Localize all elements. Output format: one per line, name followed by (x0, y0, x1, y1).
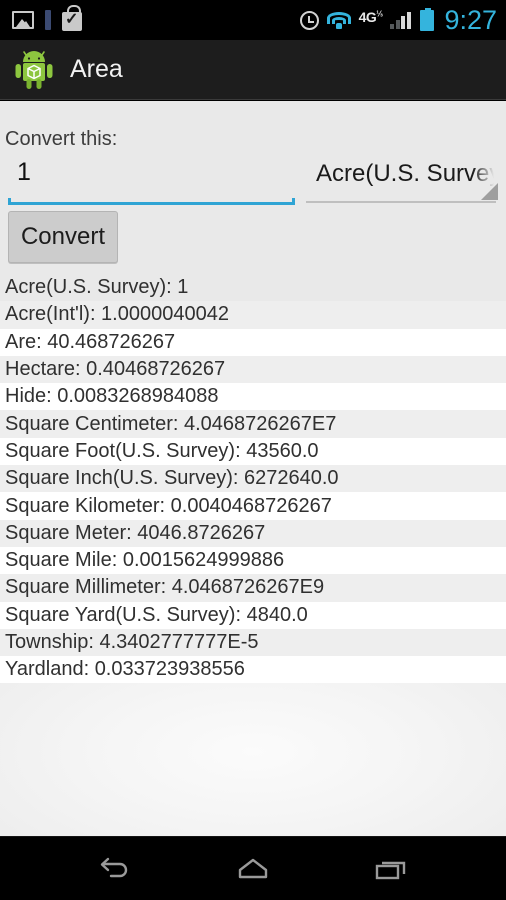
result-row-text: Square Kilometer: 0.0040468726267 (5, 494, 332, 517)
result-row-text: Square Centimeter: 4.0468726267E7 (5, 412, 337, 435)
blue-bar-icon (45, 10, 51, 30)
table-row: Square Foot(U.S. Survey): 43560.0 (0, 437, 506, 466)
convert-this-label: Convert this: (5, 128, 118, 150)
table-row: Are: 40.468726267 (0, 328, 506, 356)
table-row: Yardland: 0.033723938556 (0, 656, 506, 684)
result-row-text: Hectare: 0.40468726267 (5, 358, 226, 381)
android-cube-app-icon (14, 49, 54, 91)
result-row-text: Yardland: 0.033723938556 (5, 658, 245, 681)
result-row-text: Square Yard(U.S. Survey): 4840.0 (5, 603, 308, 626)
amount-input-value: 1 (17, 158, 32, 186)
main-content: Convert this: 1 Acre(U.S. Survey) Conver… (0, 101, 506, 836)
table-row: Acre(U.S. Survey): 1 (0, 274, 506, 302)
result-row-text: Square Meter: 4046.8726267 (5, 521, 266, 544)
status-bar: 4G⅓ 9:27 (0, 0, 506, 40)
screenshot-icon (12, 11, 34, 29)
chevron-down-icon (481, 183, 498, 200)
unit-spinner-underline (306, 201, 496, 203)
network-sup: ⅓ (376, 9, 383, 19)
table-row: Square Centimeter: 4.0468726267E7 (0, 410, 506, 438)
result-row-text: Acre(Int'l): 1.0000040042 (5, 303, 229, 326)
battery-icon (420, 7, 435, 31)
table-row: Square Inch(U.S. Survey): 6272640.0 (0, 465, 506, 493)
table-row: Square Kilometer: 0.0040468726267 (0, 492, 506, 520)
result-row-text: Square Foot(U.S. Survey): 43560.0 (5, 439, 319, 462)
result-row-text: Square Inch(U.S. Survey): 6272640.0 (5, 467, 339, 490)
table-row: Acre(Int'l): 1.0000040042 (0, 301, 506, 329)
table-row: Square Millimeter: 4.0468726267E9 (0, 574, 506, 602)
result-row-text: Square Millimeter: 4.0468726267E9 (5, 576, 325, 599)
table-row: Square Meter: 4046.8726267 (0, 519, 506, 547)
status-bar-system-icons: 4G⅓ 9:27 (299, 0, 497, 40)
action-bar: Area (0, 40, 506, 100)
result-row-text: Township: 4.3402777777E-5 (5, 631, 259, 653)
table-row: Square Mile: 0.0015624999886 (0, 546, 506, 575)
back-button[interactable] (83, 847, 147, 891)
4g-icon: 4G⅓ (359, 10, 383, 24)
table-row: Hide: 0.0083268984088 (0, 383, 506, 411)
phone-screen: 4G⅓ 9:27 (0, 0, 506, 900)
home-button[interactable] (221, 847, 285, 891)
table-row: Square Yard(U.S. Survey): 4840.0 (0, 601, 506, 629)
wifi-icon (326, 11, 351, 29)
network-label: 4G (358, 9, 377, 25)
status-bar-notifications (0, 5, 82, 31)
play-store-bag-icon (62, 5, 82, 31)
input-row: 1 Acre(U.S. Survey) (0, 156, 506, 208)
amount-input-underline (8, 198, 295, 205)
table-row: Hectare: 0.40468726267 (0, 355, 506, 384)
status-bar-clock: 9:27 (444, 4, 497, 35)
result-row-text: Are: 40.468726267 (5, 330, 176, 353)
page-title: Area (70, 55, 123, 83)
unit-spinner-value: Acre(U.S. Survey) (316, 160, 494, 187)
result-row-text: Hide: 0.0083268984088 (5, 385, 219, 408)
result-row-text: Square Mile: 0.0015624999886 (5, 549, 285, 572)
conversion-results-list: Acre(U.S. Survey): 1 Acre(Int'l): 1.00000… (0, 274, 506, 684)
unit-spinner[interactable]: Acre(U.S. Survey) (306, 156, 502, 206)
amount-input[interactable]: 1 (8, 156, 295, 206)
empty-area (0, 683, 506, 836)
table-row: Township: 4.3402777777E-5 (0, 628, 506, 657)
alarm-icon (299, 10, 319, 30)
signal-icon (390, 11, 412, 29)
navigation-bar (0, 836, 506, 900)
result-row-text: Acre(U.S. Survey): 1 (5, 276, 189, 299)
recents-button[interactable] (359, 847, 423, 891)
convert-button[interactable]: Convert (8, 211, 118, 263)
